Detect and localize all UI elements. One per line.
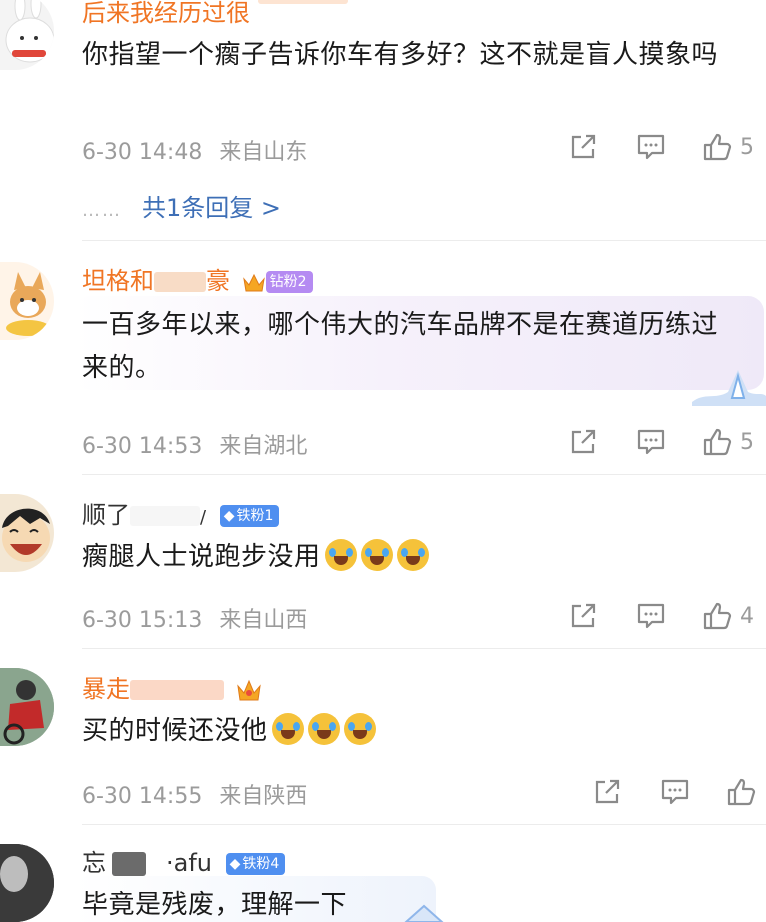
comment-button[interactable] [636, 600, 666, 632]
comment-date: 6-30 14:55 [82, 784, 203, 809]
laugh-cry-emoji [307, 713, 340, 745]
like-button[interactable]: 4 [702, 600, 754, 632]
comment-location: 来自陕西 [219, 784, 308, 809]
fan-badge: ◆ 铁粉4 [225, 853, 286, 875]
laugh-cry-emoji [396, 539, 429, 571]
comment-text: 瘸腿人士说跑步没用 [82, 536, 742, 579]
laugh-cry-emoji [271, 713, 304, 745]
comment-button[interactable] [660, 776, 690, 808]
share-icon [571, 134, 596, 159]
divider [82, 240, 766, 241]
like-count: 5 [740, 429, 754, 455]
share-icon [571, 603, 596, 628]
username[interactable]: 后来我经历过很 [82, 0, 348, 28]
comment-date: 6-30 15:13 [82, 608, 203, 633]
cartoon-boy-avatar-icon [2, 508, 50, 562]
crown-icon [236, 679, 261, 701]
comment-date: 6-30 14:48 [82, 140, 203, 165]
fan-badge: ◆ 铁粉1 [219, 505, 280, 527]
comment-meta: 6-30 14:53 来自湖北 [82, 428, 317, 460]
username[interactable]: 顺了 / ◆ 铁粉1 [82, 500, 280, 533]
like-count: 4 [740, 603, 754, 629]
username[interactable]: 忘 ·afu ◆ 铁粉4 [82, 848, 286, 878]
redacted-name [154, 272, 206, 292]
corgi-avatar-icon [6, 272, 50, 336]
comment-date: 6-30 14:53 [82, 434, 203, 459]
share-button[interactable] [568, 131, 598, 163]
diamond-icon: ◆ [229, 856, 241, 872]
share-button[interactable] [592, 776, 622, 808]
comment-meta: 6-30 14:55 来自陕西 [82, 778, 317, 810]
divider [82, 648, 766, 649]
comment-icon [637, 134, 665, 160]
laugh-cry-emoji [360, 539, 393, 571]
laugh-cry-emoji [343, 713, 376, 745]
comment-icon [637, 603, 665, 629]
comment-1: 后来我经历过很 你指望一个瘸子告诉你车有多好？这不就是盲人摸象吗 6-30 14… [0, 0, 766, 240]
thumbs-up-icon [703, 133, 732, 161]
rabbit-avatar-icon [5, 0, 54, 63]
divider [82, 824, 766, 825]
thumbs-up-icon [727, 778, 756, 806]
comment-meta: 6-30 15:13 来自山西 [82, 602, 317, 634]
divider [82, 474, 766, 475]
comment-location: 来自山东 [219, 140, 308, 165]
comment-button[interactable] [636, 131, 666, 163]
comment-meta: 6-30 14:48 来自山东 [82, 134, 317, 166]
comment-button[interactable] [636, 426, 666, 458]
comment-location: 来自湖北 [219, 434, 308, 459]
thumbs-up-icon [703, 428, 732, 456]
avatar[interactable] [0, 844, 54, 922]
username[interactable]: 坦格和豪 钻粉2 [82, 266, 313, 296]
avatar[interactable] [0, 262, 54, 340]
share-icon [595, 779, 620, 804]
redacted-name [257, 0, 348, 4]
redacted-name [130, 506, 200, 526]
comment-3: 顺了 / ◆ 铁粉1 瘸腿人士说跑步没用 6-30 15:13 来自山西 4 [0, 476, 766, 648]
crown-icon [242, 273, 265, 292]
comment-text: 一百多年以来，哪个伟大的汽车品牌不是在赛道历练过来的。 [82, 310, 719, 383]
comment-2: 坦格和豪 钻粉2 一百多年以来，哪个伟大的汽车品牌不是在赛道历练过来的。 6-3… [0, 242, 766, 474]
comment-5: 忘 ·afu ◆ 铁粉4 毕竟是残废，理解一下 [0, 826, 766, 922]
share-button[interactable] [568, 426, 598, 458]
cyclist-avatar-icon [0, 668, 54, 746]
fan-badge: 钻粉2 [265, 271, 313, 293]
like-button[interactable]: 5 [702, 426, 754, 458]
redacted-name [130, 680, 224, 700]
like-count: 5 [740, 134, 754, 160]
comment-text: 毕竟是残废，理解一下 [82, 890, 348, 920]
comment-4: 暴走 买的时候还没他 6-30 14:55 来自陕西 [0, 650, 766, 824]
avatar[interactable] [0, 0, 54, 70]
username[interactable]: 暴走 [82, 674, 262, 704]
diamond-icon: ◆ [223, 508, 235, 524]
comment-location: 来自山西 [219, 608, 308, 633]
share-icon [571, 429, 596, 454]
comment-text: 你指望一个瘸子告诉你车有多好？这不就是盲人摸象吗 [82, 40, 719, 70]
like-button[interactable]: 5 [702, 131, 754, 163]
avatar[interactable] [0, 494, 54, 572]
laugh-cry-emoji [324, 539, 357, 571]
redacted-name [112, 852, 146, 876]
share-button[interactable] [568, 600, 598, 632]
comment-icon [661, 779, 689, 805]
like-button[interactable] [726, 776, 756, 808]
avatar[interactable] [0, 668, 54, 746]
dark-avatar-icon [0, 844, 54, 922]
view-replies-link[interactable]: …… 共1条回复 > [82, 188, 281, 223]
comment-icon [637, 429, 665, 455]
comment-text: 买的时候还没他 [82, 710, 742, 753]
thumbs-up-icon [703, 602, 732, 630]
